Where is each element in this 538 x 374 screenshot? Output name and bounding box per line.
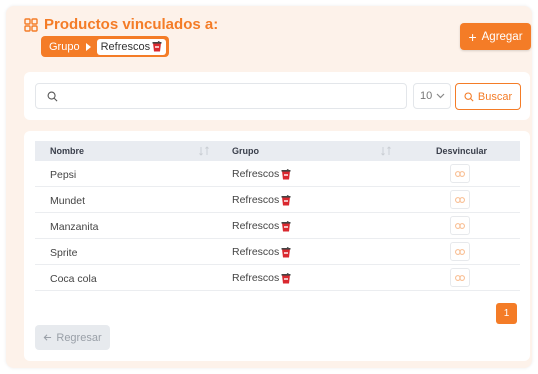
breadcrumb-group[interactable]: Grupo xyxy=(49,41,80,53)
cup-icon xyxy=(152,41,162,52)
link-icon xyxy=(455,274,465,281)
sort-icon[interactable] xyxy=(198,145,210,157)
table-row: Mundet Refrescos xyxy=(35,187,520,213)
breadcrumb-current-label: Refrescos xyxy=(100,40,151,53)
add-button-label: Agregar xyxy=(481,30,523,43)
table-row: Sprite Refrescos xyxy=(35,239,520,265)
cup-icon xyxy=(281,220,291,231)
unlink-button[interactable] xyxy=(450,190,470,209)
link-icon xyxy=(455,196,465,203)
cell-name: Pepsi xyxy=(50,169,77,181)
cell-group: Refrescos xyxy=(232,194,291,206)
link-icon xyxy=(455,248,465,255)
cup-icon xyxy=(281,246,291,257)
unlink-button[interactable] xyxy=(450,216,470,235)
search-button-label: Buscar xyxy=(477,90,513,103)
unlink-button[interactable] xyxy=(450,242,470,261)
column-header-desvincular: Desvincular xyxy=(436,146,488,156)
table-card: Nombre Grupo Desvincular Pepsi Refrescos M… xyxy=(24,131,530,361)
cell-name: Coca cola xyxy=(50,273,97,285)
cell-group-label: Refrescos xyxy=(232,168,280,180)
cell-group: Refrescos xyxy=(232,272,291,284)
link-icon xyxy=(455,170,465,177)
cell-group-label: Refrescos xyxy=(232,194,280,206)
cup-icon xyxy=(281,272,291,283)
cell-group-label: Refrescos xyxy=(232,220,280,232)
chevron-down-icon xyxy=(436,93,445,99)
plus-icon: + xyxy=(468,28,477,45)
page-size-value: 10 xyxy=(420,90,433,102)
back-button-label: Regresar xyxy=(56,331,102,344)
pagination-page-1[interactable]: 1 xyxy=(496,303,517,324)
column-header-nombre[interactable]: Nombre xyxy=(50,146,84,156)
table-row: Coca cola Refrescos xyxy=(35,265,520,291)
grid-icon xyxy=(24,18,38,32)
cell-group-label: Refrescos xyxy=(232,272,280,284)
cell-group: Refrescos xyxy=(232,246,291,258)
sort-icon[interactable] xyxy=(380,145,392,157)
search-card: 10 Buscar xyxy=(24,72,530,120)
cell-group: Refrescos xyxy=(232,220,291,232)
arrow-left-icon xyxy=(43,334,52,341)
link-icon xyxy=(455,222,465,229)
cell-name: Manzanita xyxy=(50,221,99,233)
unlink-button[interactable] xyxy=(450,164,470,183)
cell-name: Mundet xyxy=(50,195,86,207)
breadcrumb-current: Refrescos xyxy=(96,38,167,55)
page-panel: Productos vinculados a: Grupo Refrescos … xyxy=(6,6,532,368)
table-header: Nombre Grupo Desvincular xyxy=(35,141,520,161)
breadcrumb: Grupo Refrescos xyxy=(41,36,170,57)
chevron-right-icon xyxy=(85,42,91,51)
add-button[interactable]: + Agregar xyxy=(460,23,531,50)
column-header-grupo[interactable]: Grupo xyxy=(232,146,259,156)
cell-group-label: Refrescos xyxy=(232,246,280,258)
cell-group: Refrescos xyxy=(232,168,291,180)
table-row: Pepsi Refrescos xyxy=(35,161,520,187)
search-icon xyxy=(47,91,58,102)
cup-icon xyxy=(281,168,291,179)
products-table: Nombre Grupo Desvincular Pepsi Refrescos M… xyxy=(35,141,520,291)
page-title: Productos vinculados a: xyxy=(44,16,219,33)
table-row: Manzanita Refrescos xyxy=(35,213,520,239)
search-button[interactable]: Buscar xyxy=(455,83,521,110)
search-input[interactable] xyxy=(35,83,407,109)
unlink-button[interactable] xyxy=(450,268,470,287)
cell-name: Sprite xyxy=(50,247,78,259)
cup-icon xyxy=(281,194,291,205)
page-size-select[interactable]: 10 xyxy=(413,83,451,109)
back-button[interactable]: Regresar xyxy=(35,325,110,350)
search-icon xyxy=(464,91,474,102)
